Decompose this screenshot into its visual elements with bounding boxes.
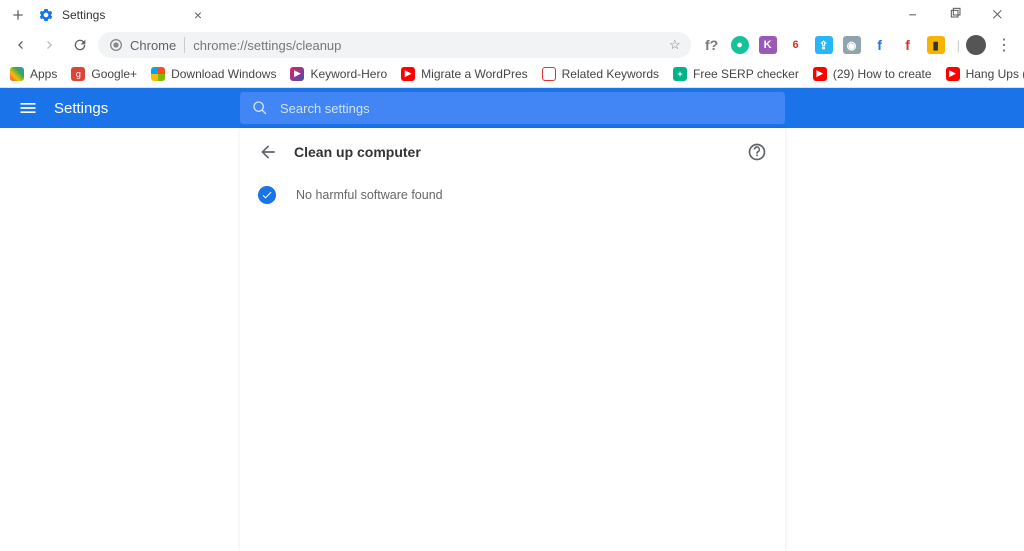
window-close-button[interactable] bbox=[978, 1, 1018, 29]
bookmark-label: Download Windows bbox=[171, 67, 276, 81]
address-bar[interactable]: Chrome chrome://settings/cleanup ☆ bbox=[98, 32, 691, 58]
grammarly-icon[interactable]: ● bbox=[731, 36, 749, 54]
help-icon[interactable] bbox=[747, 142, 767, 162]
camera-icon[interactable]: ◉ bbox=[843, 36, 861, 54]
bookmark-label: Keyword-Hero bbox=[310, 67, 387, 81]
bookmark-item[interactable]: + Free SERP checker bbox=[673, 67, 799, 81]
f-red-icon[interactable]: f bbox=[899, 36, 917, 54]
profile-avatar-button[interactable] bbox=[966, 35, 986, 55]
bookmark-label: (29) How to create bbox=[833, 67, 932, 81]
k-ext-icon[interactable]: K bbox=[759, 36, 777, 54]
new-tab-button[interactable] bbox=[6, 3, 30, 27]
settings-main-panel: Clean up computer No harmful software fo… bbox=[240, 128, 785, 551]
star-bookmark-icon[interactable]: ☆ bbox=[669, 37, 681, 53]
settings-search-input[interactable] bbox=[280, 101, 773, 116]
bookmark-favicon-icon: ▶ bbox=[290, 67, 304, 81]
extensions-divider: | bbox=[957, 38, 960, 53]
search-icon bbox=[252, 100, 268, 116]
bookmark-label: Hang Ups (Want Yo bbox=[966, 67, 1024, 81]
bookmark-favicon-icon bbox=[151, 67, 165, 81]
tab-close-button[interactable]: × bbox=[194, 7, 202, 23]
bookmark-item[interactable]: ▶ Keyword-Hero bbox=[290, 67, 387, 81]
bookmark-favicon-icon: ▶ bbox=[401, 67, 415, 81]
question-icon[interactable]: f? bbox=[703, 36, 721, 54]
settings-search-bar[interactable] bbox=[240, 92, 785, 124]
badge6-icon[interactable]: 6 bbox=[787, 36, 805, 54]
tab-title: Settings bbox=[62, 8, 105, 22]
window-maximize-button[interactable] bbox=[936, 1, 976, 29]
bookmark-favicon-icon bbox=[542, 67, 556, 81]
bookmark-item[interactable]: g Google+ bbox=[71, 67, 137, 81]
share-icon[interactable]: ⇪ bbox=[815, 36, 833, 54]
nav-forward-button[interactable] bbox=[38, 33, 62, 57]
bookmark-label: Related Keywords bbox=[562, 67, 659, 81]
chrome-indicator-icon bbox=[108, 37, 124, 53]
bookmark-favicon-icon: g bbox=[71, 67, 85, 81]
address-url: chrome://settings/cleanup bbox=[193, 38, 653, 53]
nav-reload-button[interactable] bbox=[68, 33, 92, 57]
bookmark-item[interactable]: ▶ Hang Ups (Want Yo bbox=[946, 67, 1024, 81]
cleanup-status-text: No harmful software found bbox=[296, 188, 443, 202]
panel-back-button[interactable] bbox=[258, 142, 278, 162]
window-minimize-button[interactable] bbox=[894, 1, 934, 29]
address-scheme-label: Chrome bbox=[130, 38, 176, 53]
bookmark-label: Apps bbox=[30, 67, 57, 81]
panel-title: Clean up computer bbox=[294, 144, 731, 160]
bookmark-label: Google+ bbox=[91, 67, 137, 81]
bookmark-favicon-icon bbox=[10, 67, 24, 81]
f-blue-icon[interactable]: f bbox=[871, 36, 889, 54]
bookmark-favicon-icon: + bbox=[673, 67, 687, 81]
bookmark-item[interactable]: Related Keywords bbox=[542, 67, 659, 81]
settings-left-pane bbox=[0, 128, 240, 551]
bookmark-favicon-icon: ▶ bbox=[813, 67, 827, 81]
browser-tab[interactable]: Settings × bbox=[30, 1, 210, 29]
bookmark-item[interactable]: ▶ (29) How to create bbox=[813, 67, 932, 81]
bookmark-label: Free SERP checker bbox=[693, 67, 799, 81]
bookmark-item[interactable]: Apps bbox=[10, 67, 57, 81]
bookmark-label: Migrate a WordPres bbox=[421, 67, 527, 81]
check-circle-icon bbox=[258, 186, 276, 204]
nav-back-button[interactable] bbox=[8, 33, 32, 57]
chrome-menu-button[interactable]: ⋮ bbox=[992, 35, 1016, 55]
settings-gear-icon bbox=[38, 7, 54, 23]
flag-icon[interactable]: ▮ bbox=[927, 36, 945, 54]
settings-title: Settings bbox=[54, 100, 108, 117]
settings-menu-button[interactable] bbox=[18, 98, 38, 118]
bookmark-favicon-icon: ▶ bbox=[946, 67, 960, 81]
bookmark-item[interactable]: ▶ Migrate a WordPres bbox=[401, 67, 527, 81]
cleanup-status-row: No harmful software found bbox=[240, 176, 785, 214]
bookmark-item[interactable]: Download Windows bbox=[151, 67, 276, 81]
